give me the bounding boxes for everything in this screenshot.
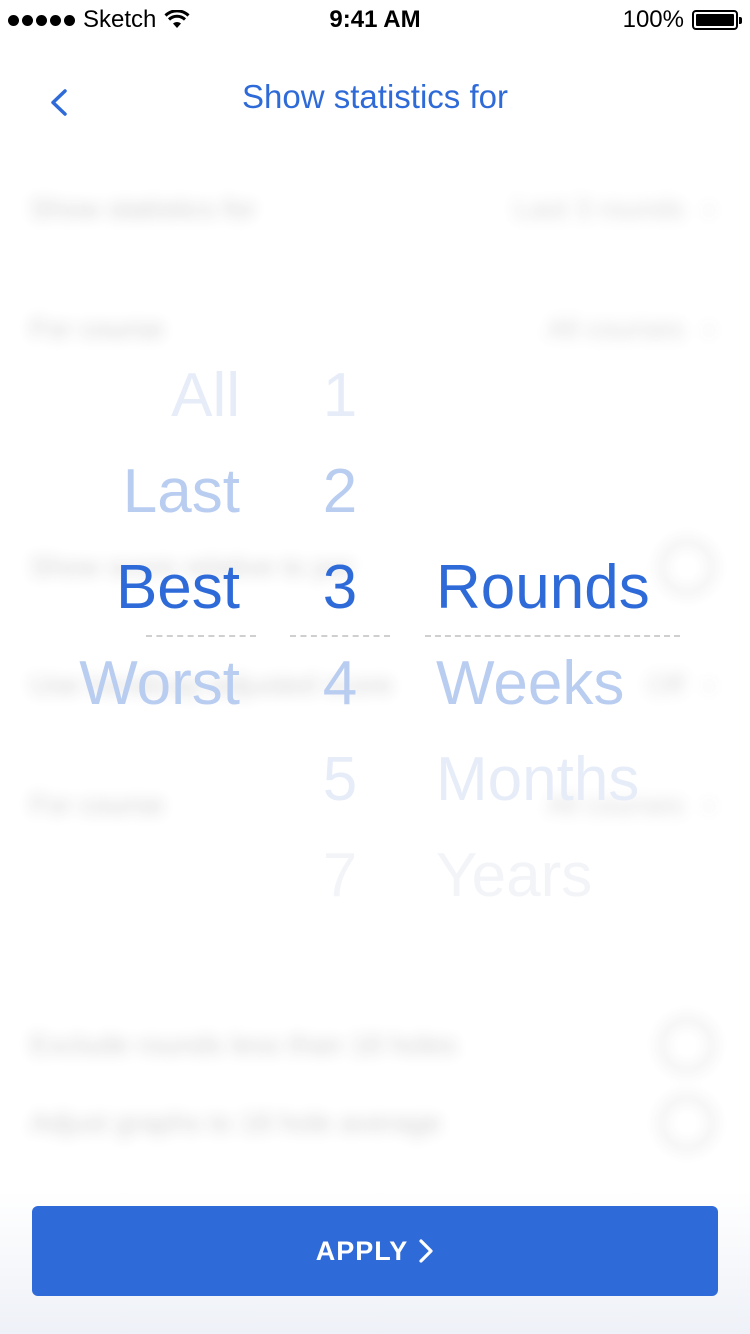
picker-option-rounds-selected[interactable]: Rounds — [436, 557, 650, 619]
picker-option-5[interactable]: 5 — [320, 749, 360, 811]
picker-option-all[interactable]: All — [171, 365, 240, 427]
picker-option-2[interactable]: 2 — [320, 461, 360, 523]
picker-option-worst[interactable]: Worst — [79, 653, 240, 715]
apply-label: APPLY — [315, 1235, 409, 1266]
picker-option-3-selected[interactable]: 3 — [320, 557, 360, 619]
selection-underline — [290, 635, 390, 637]
picker-option-7[interactable]: 7 — [320, 845, 360, 907]
picker-option-last[interactable]: Last — [123, 461, 240, 523]
bottom-bar: APPLY — [0, 1190, 750, 1334]
picker-option-years[interactable]: Years — [436, 845, 592, 907]
picker-option-weeks[interactable]: Weeks — [436, 653, 624, 715]
selection-underline — [146, 635, 256, 637]
picker-option-best-selected[interactable]: Best — [116, 557, 240, 619]
selection-underline — [425, 635, 680, 637]
picker-option-4[interactable]: 4 — [320, 653, 360, 715]
picker-option-1[interactable]: 1 — [320, 365, 360, 427]
chevron-right-icon — [419, 1239, 433, 1263]
statistics-picker: All Last Best Worst 1 2 3 4 5 7 Rounds W… — [0, 0, 750, 1334]
apply-button[interactable]: APPLY — [32, 1206, 718, 1296]
picker-option-months[interactable]: Months — [436, 749, 639, 811]
